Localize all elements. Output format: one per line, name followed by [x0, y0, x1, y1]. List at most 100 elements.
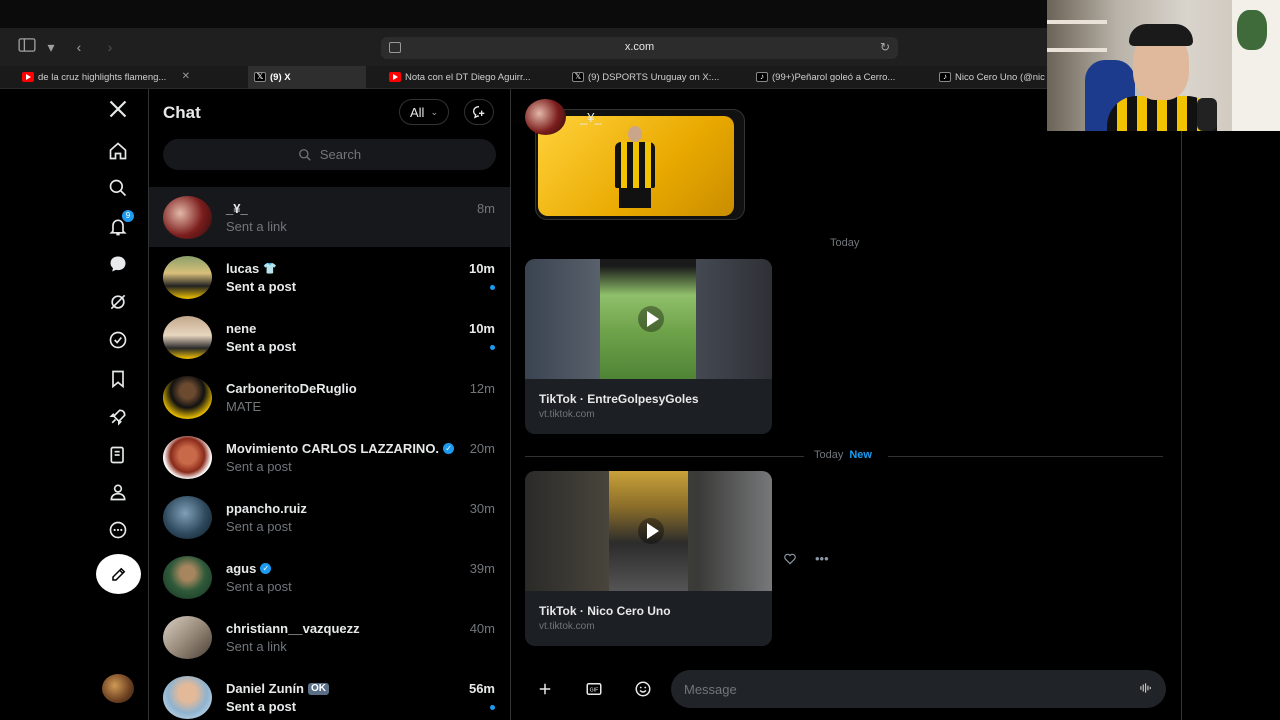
tab-title: Nico Cero Uno (@nic	[955, 72, 1045, 83]
link-card[interactable]: TikTok · Nico Cero Uno vt.tiktok.com	[525, 471, 772, 646]
tab-6[interactable]: ♪ Nico Cero Uno (@nic	[933, 66, 1047, 89]
conversation-time: 40m	[469, 621, 495, 636]
unread-dot	[490, 705, 495, 710]
avatar	[163, 676, 212, 719]
conversation-name: ppancho.ruiz	[226, 501, 307, 516]
conversation-time: 39m	[469, 561, 495, 576]
account-avatar[interactable]	[102, 674, 134, 703]
name-text: lucas	[226, 261, 260, 276]
card-title: TikTok · EntreGolpesyGoles	[539, 392, 699, 406]
tab-2[interactable]: 𝕏 (9) X	[248, 66, 366, 89]
profile-icon[interactable]	[106, 480, 130, 504]
shared-image[interactable]	[535, 109, 745, 220]
search-icon[interactable]	[106, 176, 130, 200]
name-text: christiann__vazquezz	[226, 621, 360, 636]
x-logo-icon[interactable]	[106, 97, 130, 121]
link-card[interactable]: TikTok · EntreGolpesyGoles vt.tiktok.com	[525, 259, 772, 434]
play-icon[interactable]	[638, 306, 664, 332]
conversation-panel: _¥_ Today TikTok · EntreGolpesyGoles vt.…	[511, 89, 1181, 720]
gif-button[interactable]: GIF	[578, 673, 610, 705]
filter-label: All	[410, 104, 425, 120]
conversation-row[interactable]: _¥_ Sent a link 8m	[149, 187, 510, 247]
more-icon[interactable]	[106, 518, 130, 542]
forward-icon[interactable]: ›	[101, 38, 119, 56]
voice-message-icon[interactable]	[1138, 681, 1152, 695]
back-icon[interactable]: ‹	[70, 38, 88, 56]
conversation-row[interactable]: nene Sent a post 10m	[149, 307, 510, 367]
avatar	[163, 616, 212, 659]
conversation-preview: Sent a post	[226, 339, 297, 354]
notification-badge: 9	[122, 210, 134, 222]
tiktok-icon: ♪	[939, 72, 951, 82]
tab-title: Nota con el DT Diego Aguirr...	[405, 72, 531, 83]
left-navigation: 9	[88, 89, 148, 720]
grok-icon[interactable]	[106, 290, 130, 314]
conversation-name: Daniel Zunín OK	[226, 681, 329, 696]
sidebar-toggle-icon[interactable]	[18, 38, 36, 56]
page-title: Chat	[163, 103, 201, 122]
date-separator: Today	[830, 237, 860, 249]
react-icon[interactable]	[783, 552, 797, 566]
conversation-time: 10m	[468, 261, 495, 276]
conversation-name: agus ✓	[226, 561, 272, 576]
avatar	[163, 496, 212, 539]
name-text: Movimiento CARLOS LAZZARINO.	[226, 441, 440, 456]
compose-post-button[interactable]	[96, 554, 141, 594]
conversation-preview: Sent a post	[226, 579, 292, 594]
tab-5[interactable]: ♪ (99+)Peñarol goleó a Cerro...	[750, 66, 915, 89]
verified-badge-icon: ✓	[260, 563, 272, 574]
shelf	[1047, 20, 1107, 24]
rocket-icon[interactable]	[106, 405, 130, 429]
close-icon[interactable]: ✕	[182, 71, 190, 82]
compose-icon	[111, 567, 125, 581]
play-icon[interactable]	[638, 518, 664, 544]
notifications-icon[interactable]: 9	[106, 210, 134, 239]
search-icon	[298, 148, 311, 161]
conversation-row[interactable]: christiann__vazquezz Sent a link 40m	[149, 607, 510, 667]
message-input[interactable]: Message	[671, 670, 1166, 708]
unread-dot	[490, 285, 495, 290]
conversation-time: 8m	[476, 201, 495, 216]
conversation-row[interactable]: Movimiento CARLOS LAZZARINO. ✓ Sent a pos…	[149, 427, 510, 487]
gif-icon: GIF	[586, 683, 602, 695]
filter-dropdown[interactable]: All ⌄	[399, 99, 449, 125]
conversation-name: christiann__vazquezz	[226, 621, 360, 636]
message-composer: GIF Message	[511, 669, 1181, 709]
bookmark-icon[interactable]	[106, 367, 130, 391]
new-chat-button[interactable]	[464, 99, 494, 125]
verified-icon[interactable]	[106, 328, 130, 352]
conversation-row[interactable]: ppancho.ruiz Sent a post 30m	[149, 487, 510, 547]
tab-4[interactable]: 𝕏 (9) DSPORTS Uruguay on X:...	[566, 66, 731, 89]
chat-list-panel: Chat All ⌄ Search _¥_ Sent a link 8m luc…	[149, 89, 510, 720]
search-input[interactable]: Search	[163, 139, 496, 170]
message-actions: •••	[783, 551, 829, 566]
reload-icon[interactable]: ↻	[880, 40, 890, 54]
conversation-preview: MATE	[226, 399, 262, 414]
tab-3[interactable]: Nota con el DT Diego Aguirr...	[383, 66, 548, 89]
conversation-row[interactable]: CarboneritoDeRuglio MATE 12m	[149, 367, 510, 427]
conversation-row[interactable]: agus ✓ Sent a post 39m	[149, 547, 510, 607]
conversation-time: 56m	[468, 681, 495, 696]
avatar	[163, 256, 212, 299]
contact-avatar[interactable]	[525, 99, 566, 135]
address-bar[interactable]: x.com ↻	[381, 37, 898, 59]
conversation-name: Movimiento CARLOS LAZZARINO. ✓	[226, 441, 455, 456]
message-placeholder: Message	[684, 681, 737, 697]
more-options-icon[interactable]: •••	[815, 551, 829, 566]
messages-icon[interactable]	[106, 252, 130, 276]
lists-icon[interactable]	[106, 443, 130, 467]
search-placeholder: Search	[319, 147, 362, 162]
tab-1[interactable]: de la cruz highlights flameng... ✕	[16, 66, 196, 89]
home-icon[interactable]	[106, 139, 130, 163]
conversation-preview: Sent a post	[226, 519, 292, 534]
add-media-button[interactable]	[529, 673, 561, 705]
chevron-down-icon[interactable]: ▾	[42, 38, 60, 56]
emoji-button[interactable]	[627, 673, 659, 705]
x-logo-icon: 𝕏	[254, 72, 266, 82]
image-content	[538, 116, 734, 216]
conversation-row[interactable]: Daniel Zunín OK Sent a post 56m	[149, 667, 510, 720]
conversation-row[interactable]: lucas 👕 Sent a post 10m	[149, 247, 510, 307]
card-domain: vt.tiktok.com	[539, 621, 595, 632]
emoji-icon	[635, 681, 651, 697]
name-text: ppancho.ruiz	[226, 501, 307, 516]
